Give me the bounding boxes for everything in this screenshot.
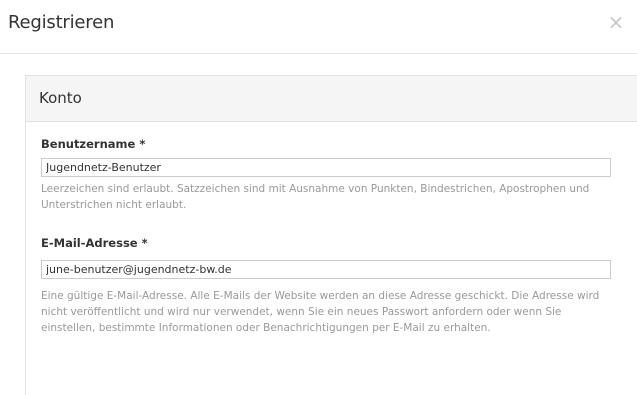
fieldset-legend: Konto	[26, 76, 637, 122]
email-required-mark: *	[141, 236, 148, 250]
username-label: Benutzername *	[41, 137, 145, 151]
email-description: Eine gültige E-Mail-Adresse. Alle E-Mail…	[41, 290, 600, 334]
email-input[interactable]	[41, 260, 611, 279]
register-dialog: Registrieren × Konto Benutzername * Leer…	[0, 0, 637, 395]
email-label-text: E-Mail-Adresse	[41, 236, 138, 250]
username-label-text: Benutzername	[41, 137, 136, 151]
username-description: Leerzeichen sind erlaubt. Satzzeichen si…	[41, 183, 590, 211]
legend-label: Konto	[39, 89, 82, 107]
username-input[interactable]	[41, 158, 611, 177]
dialog-header: Registrieren ×	[0, 0, 637, 54]
close-icon[interactable]: ×	[604, 10, 628, 34]
username-required-mark: *	[139, 137, 146, 151]
dialog-title: Registrieren	[8, 12, 115, 33]
email-label: E-Mail-Adresse *	[41, 236, 148, 250]
account-fieldset: Konto Benutzername * Leerzeichen sind er…	[25, 75, 637, 395]
